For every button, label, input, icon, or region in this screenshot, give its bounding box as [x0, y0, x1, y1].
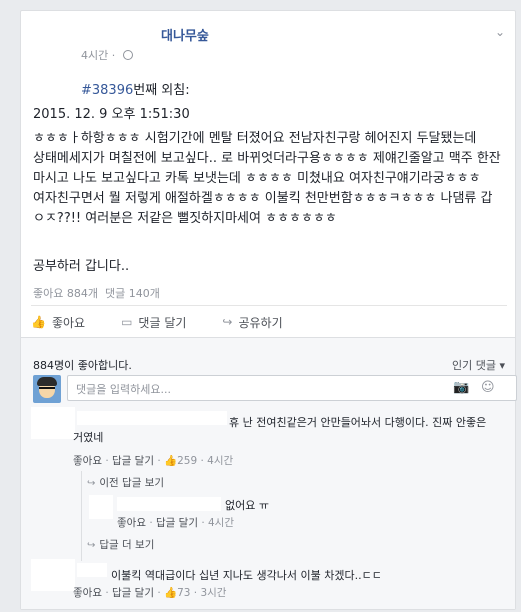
emoji-icon[interactable]: ☺ [481, 380, 495, 395]
comment-body: 휴 난 전여친같은거 안만들어놔서 다행이다. 진짜 안좋은거였네 [73, 416, 487, 444]
thumbs-up-icon: 👍 [31, 315, 46, 329]
comment-time[interactable]: 4시간 [207, 455, 233, 467]
comment-like-count[interactable]: 259 [177, 455, 197, 467]
likes-stat[interactable]: 좋아요 884개 [33, 287, 98, 300]
comment-reply-link[interactable]: 답글 달기 [112, 587, 154, 599]
comment-reply-link[interactable]: 답글 달기 [112, 455, 154, 467]
comment-input[interactable]: 댓글을 입력하세요... [67, 375, 517, 401]
thumbs-up-icon: 👍 [164, 455, 178, 467]
thumbs-up-icon: 👍 [164, 587, 178, 599]
comment-label: 댓글 달기 [138, 315, 187, 330]
hashtag-suffix: 번째 외침: [133, 83, 190, 98]
globe-icon [122, 50, 133, 60]
avatar[interactable] [33, 375, 61, 403]
post-time[interactable]: 4시간 [81, 49, 108, 62]
more-replies-label: 답글 더 보기 [99, 539, 155, 551]
avatar-hair [37, 377, 57, 386]
comment-button[interactable]: ▭ 댓글 달기 [121, 311, 186, 333]
share-icon: ↪ [222, 315, 233, 329]
avatar-glasses [39, 387, 55, 393]
prev-replies-link[interactable]: ↪ 이전 답글 보기 [87, 475, 164, 490]
reply-arrow-icon: ↪ [87, 478, 96, 489]
comment-like-count[interactable]: 73 [177, 587, 190, 599]
reply-like-link[interactable]: 좋아요 [117, 517, 146, 529]
reply-avatar[interactable] [89, 495, 113, 519]
share-button[interactable]: ↪ 공유하기 [222, 311, 282, 333]
comment-sort-dropdown[interactable]: 인기 댓글 ▾ [452, 357, 505, 373]
reply-thread-line [81, 471, 82, 561]
post-hashtag-line: #38396번째 외침: [81, 79, 190, 98]
comment-text: 휴 난 전여친같은거 안만들어놔서 다행이다. 진짜 안좋은거였네 [73, 415, 493, 445]
like-button[interactable]: 👍 좋아요 [31, 311, 85, 333]
prev-replies-label: 이전 답글 보기 [99, 477, 165, 489]
likes-summary[interactable]: 884명이 좋아합니다. [33, 357, 132, 373]
post-timestamp[interactable]: 4시간 · [81, 47, 133, 63]
page-name[interactable]: 대나무숲 [161, 25, 209, 44]
post-outro: 공부하러 갑니다.. [33, 259, 130, 274]
post-body: ㅎㅎㅎㅏ하항ㅎㅎㅎ 시험기간에 멘탈 터졌어요 전남자친구랑 헤어진지 두달됐는… [33, 131, 501, 226]
like-label: 좋아요 [51, 315, 86, 330]
comment-time[interactable]: 3시간 [200, 587, 226, 599]
comment-meta: 좋아요 · 답글 달기 · 👍259 · 4시간 [73, 455, 234, 467]
comment-text: 이불킥 역대급이다 십년 지나도 생각나서 이불 차겠다..ㄷㄷ [111, 569, 382, 582]
sort-label: 인기 댓글 [451, 359, 496, 372]
post-datetime: 2015. 12. 9 오후 1:51:30 [33, 107, 190, 122]
comment-like-link[interactable]: 좋아요 [73, 455, 102, 467]
reply-meta: 좋아요 · 답글 달기 · 4시간 [117, 517, 235, 529]
more-replies-link[interactable]: ↪ 답글 더 보기 [87, 537, 154, 552]
commenter-avatar[interactable] [31, 559, 75, 591]
reply-time[interactable]: 4시간 [208, 517, 234, 529]
post-card: 대나무숲 4시간 · ⌄ #38396번째 외침: 2015. 12. 9 오후… [20, 10, 517, 610]
reply-reply-link[interactable]: 답글 달기 [156, 517, 198, 529]
action-bar: 👍 좋아요 ▭ 댓글 달기 ↪ 공유하기 [31, 311, 507, 333]
reply-author[interactable] [117, 497, 221, 511]
chevron-down-icon[interactable]: ⌄ [495, 25, 505, 39]
comments-stat[interactable]: 댓글 140개 [105, 287, 160, 300]
hashtag-link[interactable]: #38396 [81, 83, 133, 98]
comment-icon: ▭ [121, 315, 133, 329]
reply-arrow-icon: ↪ [87, 540, 96, 551]
comment-meta: 좋아요 · 답글 달기 · 👍73 · 3시간 [73, 587, 227, 599]
commenter-name[interactable] [77, 563, 107, 577]
camera-icon[interactable]: 📷 [453, 380, 469, 395]
commenter-avatar[interactable] [31, 407, 75, 439]
share-label: 공유하기 [238, 315, 283, 330]
comment-like-link[interactable]: 좋아요 [73, 587, 102, 599]
divider [31, 305, 507, 306]
post-stats: 좋아요 884개 댓글 140개 [33, 285, 160, 301]
reply-text: 없어요 ㅠ [225, 499, 269, 512]
